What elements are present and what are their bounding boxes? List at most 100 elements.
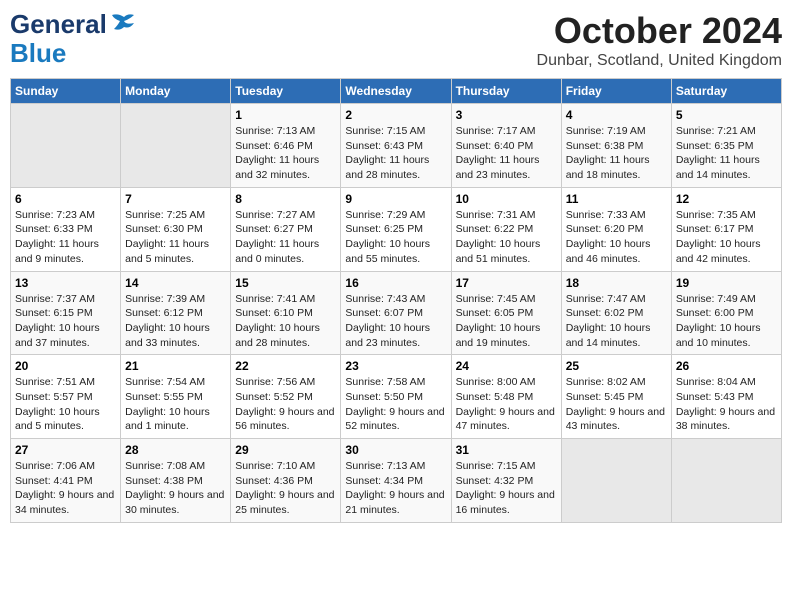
day-number: 13	[15, 276, 116, 290]
day-info: Sunrise: 7:35 AMSunset: 6:17 PMDaylight:…	[676, 208, 777, 267]
calendar-cell: 23Sunrise: 7:58 AMSunset: 5:50 PMDayligh…	[341, 355, 451, 439]
page-header: General Blue October 2024 Dunbar, Scotla…	[10, 10, 782, 70]
calendar-cell: 7 Sunrise: 7:25 AMSunset: 6:30 PMDaylight…	[121, 187, 231, 271]
day-number: 26	[676, 359, 777, 373]
calendar-week-3: 13 Sunrise: 7:37 AMSunset: 6:15 PMDayligh…	[11, 271, 782, 355]
day-info: Sunrise: 7:49 AMSunset: 6:00 PMDaylight:…	[676, 292, 777, 351]
calendar-cell	[11, 104, 121, 188]
day-number: 9	[345, 192, 446, 206]
calendar-cell: 30 Sunrise: 7:13 AMSunset: 4:34 PMDayligh…	[341, 439, 451, 523]
day-number: 15	[235, 276, 336, 290]
logo-general-text: General	[10, 10, 107, 39]
day-number: 22	[235, 359, 336, 373]
day-number: 14	[125, 276, 226, 290]
day-info: Sunrise: 7:37 AMSunset: 6:15 PMDaylight:…	[15, 292, 116, 351]
day-number: 16	[345, 276, 446, 290]
day-number: 12	[676, 192, 777, 206]
bird-icon	[110, 13, 138, 35]
day-number: 6	[15, 192, 116, 206]
calendar-cell: 26 Sunrise: 8:04 AMSunset: 5:43 PMDayligh…	[671, 355, 781, 439]
calendar-cell: 21 Sunrise: 7:54 AMSunset: 5:55 PMDayligh…	[121, 355, 231, 439]
calendar-cell: 18 Sunrise: 7:47 AMSunset: 6:02 PMDayligh…	[561, 271, 671, 355]
day-info: Sunrise: 8:04 AMSunset: 5:43 PMDaylight:…	[676, 375, 777, 434]
day-number: 5	[676, 108, 777, 122]
day-info: Sunrise: 7:58 AMSunset: 5:50 PMDaylight:…	[345, 375, 446, 434]
calendar-cell: 13 Sunrise: 7:37 AMSunset: 6:15 PMDayligh…	[11, 271, 121, 355]
calendar-week-4: 20Sunrise: 7:51 AMSunset: 5:57 PMDayligh…	[11, 355, 782, 439]
day-number: 1	[235, 108, 336, 122]
day-number: 31	[456, 443, 557, 457]
day-number: 21	[125, 359, 226, 373]
day-number: 17	[456, 276, 557, 290]
calendar-cell: 10 Sunrise: 7:31 AMSunset: 6:22 PMDayligh…	[451, 187, 561, 271]
calendar-week-2: 6 Sunrise: 7:23 AMSunset: 6:33 PMDaylight…	[11, 187, 782, 271]
calendar-week-5: 27 Sunrise: 7:06 AMSunset: 4:41 PMDayligh…	[11, 439, 782, 523]
weekday-header-row: SundayMondayTuesdayWednesdayThursdayFrid…	[11, 79, 782, 104]
calendar-cell: 3 Sunrise: 7:17 AMSunset: 6:40 PMDaylight…	[451, 104, 561, 188]
day-info: Sunrise: 7:23 AMSunset: 6:33 PMDaylight:…	[15, 208, 116, 267]
calendar-cell: 14 Sunrise: 7:39 AMSunset: 6:12 PMDayligh…	[121, 271, 231, 355]
calendar-cell: 31 Sunrise: 7:15 AMSunset: 4:32 PMDayligh…	[451, 439, 561, 523]
day-number: 2	[345, 108, 446, 122]
weekday-header-tuesday: Tuesday	[231, 79, 341, 104]
weekday-header-wednesday: Wednesday	[341, 79, 451, 104]
calendar-cell: 15Sunrise: 7:41 AMSunset: 6:10 PMDayligh…	[231, 271, 341, 355]
calendar-cell: 9 Sunrise: 7:29 AMSunset: 6:25 PMDaylight…	[341, 187, 451, 271]
calendar-cell: 4Sunrise: 7:19 AMSunset: 6:38 PMDaylight…	[561, 104, 671, 188]
weekday-header-saturday: Saturday	[671, 79, 781, 104]
day-number: 8	[235, 192, 336, 206]
calendar-cell: 12 Sunrise: 7:35 AMSunset: 6:17 PMDayligh…	[671, 187, 781, 271]
day-info: Sunrise: 7:15 AMSunset: 4:32 PMDaylight:…	[456, 459, 557, 518]
calendar-cell: 29Sunrise: 7:10 AMSunset: 4:36 PMDayligh…	[231, 439, 341, 523]
logo-blue-text: Blue	[10, 39, 66, 68]
day-info: Sunrise: 7:08 AMSunset: 4:38 PMDaylight:…	[125, 459, 226, 518]
day-number: 30	[345, 443, 446, 457]
day-info: Sunrise: 7:45 AMSunset: 6:05 PMDaylight:…	[456, 292, 557, 351]
day-info: Sunrise: 7:27 AMSunset: 6:27 PMDaylight:…	[235, 208, 336, 267]
calendar-cell: 2 Sunrise: 7:15 AMSunset: 6:43 PMDaylight…	[341, 104, 451, 188]
day-number: 3	[456, 108, 557, 122]
day-info: Sunrise: 7:33 AMSunset: 6:20 PMDaylight:…	[566, 208, 667, 267]
day-info: Sunrise: 7:25 AMSunset: 6:30 PMDaylight:…	[125, 208, 226, 267]
day-info: Sunrise: 8:02 AMSunset: 5:45 PMDaylight:…	[566, 375, 667, 434]
day-info: Sunrise: 7:19 AMSunset: 6:38 PMDaylight:…	[566, 124, 667, 183]
calendar-cell	[121, 104, 231, 188]
day-number: 28	[125, 443, 226, 457]
day-number: 10	[456, 192, 557, 206]
day-info: Sunrise: 7:51 AMSunset: 5:57 PMDaylight:…	[15, 375, 116, 434]
day-info: Sunrise: 7:31 AMSunset: 6:22 PMDaylight:…	[456, 208, 557, 267]
day-info: Sunrise: 7:15 AMSunset: 6:43 PMDaylight:…	[345, 124, 446, 183]
title-block: October 2024 Dunbar, Scotland, United Ki…	[537, 10, 782, 70]
day-number: 24	[456, 359, 557, 373]
calendar-cell	[671, 439, 781, 523]
page-subtitle: Dunbar, Scotland, United Kingdom	[537, 52, 782, 70]
page-title: October 2024	[537, 10, 782, 52]
calendar-cell: 8 Sunrise: 7:27 AMSunset: 6:27 PMDaylight…	[231, 187, 341, 271]
day-number: 25	[566, 359, 667, 373]
day-number: 27	[15, 443, 116, 457]
calendar-cell: 5Sunrise: 7:21 AMSunset: 6:35 PMDaylight…	[671, 104, 781, 188]
day-info: Sunrise: 7:54 AMSunset: 5:55 PMDaylight:…	[125, 375, 226, 434]
weekday-header-sunday: Sunday	[11, 79, 121, 104]
calendar-cell: 24 Sunrise: 8:00 AMSunset: 5:48 PMDayligh…	[451, 355, 561, 439]
calendar-cell	[561, 439, 671, 523]
day-number: 11	[566, 192, 667, 206]
calendar-week-1: 1 Sunrise: 7:13 AMSunset: 6:46 PMDaylight…	[11, 104, 782, 188]
weekday-header-monday: Monday	[121, 79, 231, 104]
day-info: Sunrise: 7:29 AMSunset: 6:25 PMDaylight:…	[345, 208, 446, 267]
day-info: Sunrise: 7:13 AMSunset: 6:46 PMDaylight:…	[235, 124, 336, 183]
calendar-table: SundayMondayTuesdayWednesdayThursdayFrid…	[10, 78, 782, 523]
day-info: Sunrise: 8:00 AMSunset: 5:48 PMDaylight:…	[456, 375, 557, 434]
day-info: Sunrise: 7:47 AMSunset: 6:02 PMDaylight:…	[566, 292, 667, 351]
calendar-cell: 19 Sunrise: 7:49 AMSunset: 6:00 PMDayligh…	[671, 271, 781, 355]
calendar-cell: 11 Sunrise: 7:33 AMSunset: 6:20 PMDayligh…	[561, 187, 671, 271]
day-info: Sunrise: 7:39 AMSunset: 6:12 PMDaylight:…	[125, 292, 226, 351]
day-number: 19	[676, 276, 777, 290]
day-info: Sunrise: 7:17 AMSunset: 6:40 PMDaylight:…	[456, 124, 557, 183]
day-info: Sunrise: 7:43 AMSunset: 6:07 PMDaylight:…	[345, 292, 446, 351]
day-info: Sunrise: 7:06 AMSunset: 4:41 PMDaylight:…	[15, 459, 116, 518]
day-number: 18	[566, 276, 667, 290]
day-info: Sunrise: 7:13 AMSunset: 4:34 PMDaylight:…	[345, 459, 446, 518]
day-number: 7	[125, 192, 226, 206]
calendar-cell: 6 Sunrise: 7:23 AMSunset: 6:33 PMDaylight…	[11, 187, 121, 271]
